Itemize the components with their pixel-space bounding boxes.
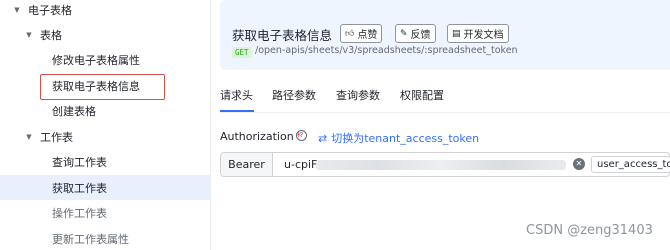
switch-token-label: 切换为tenant_access_token [331, 132, 480, 145]
help-icon[interactable]: ? [296, 130, 307, 141]
highlight-box [40, 74, 165, 100]
tab-permissions[interactable]: 权限配置 [400, 87, 444, 103]
tree-item-label: 查询工作表 [52, 155, 107, 169]
tree-item-label: 电子表格 [28, 3, 72, 17]
tree-item-operate-worksheet[interactable]: 操作工作表 [0, 200, 210, 225]
clear-icon[interactable]: ✕ [573, 158, 585, 170]
authorization-label: Authorization * [220, 130, 301, 143]
authorization-input[interactable]: Bearer u-cpiF ✕ user_access_token [220, 152, 670, 177]
tree-item-sheet-group[interactable]: ▼ 表格 [0, 22, 210, 47]
document-icon: ▤ [452, 28, 461, 39]
bearer-prefix: Bearer [221, 153, 273, 176]
tab-query-params[interactable]: 查询参数 [336, 87, 380, 103]
tree-item-query-worksheet[interactable]: 查询工作表 [0, 149, 210, 174]
like-button[interactable]: 👍︎ 点赞 [340, 24, 383, 43]
tabs-divider [220, 112, 670, 113]
tree-item-label: 操作工作表 [52, 206, 107, 220]
switch-token-link[interactable]: ⇄ 切换为tenant_access_token [318, 130, 479, 146]
feedback-label: 反馈 [410, 30, 431, 41]
feedback-button[interactable]: ✎ 反馈 [395, 24, 436, 43]
tree-item-update-worksheet-properties[interactable]: 更新工作表属性 [0, 226, 210, 250]
http-method-badge: GET [232, 47, 252, 58]
tree-item-label: 修改电子表格属性 [52, 53, 140, 67]
docs-button[interactable]: ▤ 开发文档 [447, 24, 509, 43]
caret-down-icon[interactable]: ▼ [24, 31, 34, 39]
watermark: CSDN @zeng31403 [526, 223, 653, 238]
swap-icon: ⇄ [318, 132, 328, 145]
tree-item-label: 创建表格 [52, 104, 96, 118]
tree-item-label: 表格 [40, 28, 62, 42]
tab-request-headers[interactable]: 请求头 [220, 87, 253, 103]
thumbs-up-icon: 👍︎ [345, 28, 355, 39]
tree-item-label: 获取工作表 [52, 181, 107, 195]
page-title: 获取电子表格信息 [232, 28, 333, 43]
tree-item-worksheet-group[interactable]: ▼ 工作表 [0, 124, 210, 149]
docs-label: 开发文档 [463, 30, 504, 41]
like-label: 点赞 [357, 30, 378, 41]
tab-path-params[interactable]: 路径参数 [272, 87, 316, 103]
api-path: /open-apis/sheets/v3/spreadsheets/:sprea… [255, 45, 518, 56]
token-type-select[interactable]: user_access_token [591, 156, 670, 173]
tree-item-get-worksheet[interactable]: 获取工作表 [0, 175, 210, 200]
tree-item-modify-properties[interactable]: 修改电子表格属性 [0, 47, 210, 72]
tree-item-create-sheet[interactable]: 创建表格 [0, 98, 210, 123]
tree-item-spreadsheet[interactable]: ▼ 电子表格 [0, 0, 210, 22]
feedback-icon: ✎ [400, 28, 408, 39]
sidebar-divider [210, 0, 211, 250]
authorization-label-text: Authorization [220, 130, 294, 143]
token-blurred-region [316, 160, 566, 170]
caret-down-icon[interactable]: ▼ [24, 133, 34, 141]
caret-down-icon[interactable]: ▼ [12, 6, 22, 14]
tree-item-label: 更新工作表属性 [52, 232, 129, 246]
api-header: 获取电子表格信息 👍︎ 点赞 ✎ 反馈 ▤ 开发文档 GET /open-api… [220, 0, 670, 70]
sidebar: ▼ 电子表格 ▼ 表格 修改电子表格属性 获取电子表格信息 创建表格 ▼ 工作表… [0, 0, 210, 250]
token-value[interactable]: u-cpiF [284, 158, 317, 171]
active-tab-indicator [220, 110, 254, 112]
tree-item-label: 工作表 [40, 130, 73, 144]
